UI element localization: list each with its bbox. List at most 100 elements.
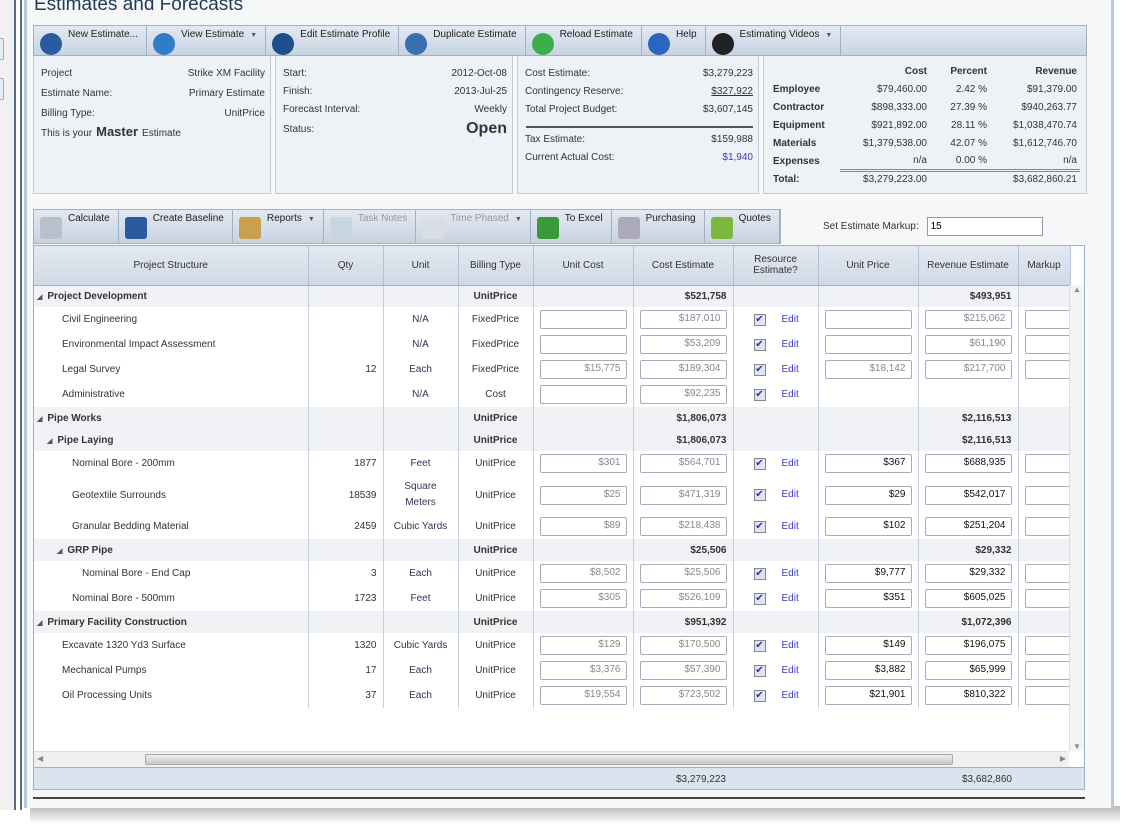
- markup-input[interactable]: 22.00: [1024, 454, 1069, 473]
- unit-cost-input[interactable]: [539, 385, 627, 404]
- revenue-estimate-input[interactable]: $215,062: [924, 310, 1012, 329]
- duplicate-estimate-button[interactable]: Duplicate Estimate: [399, 26, 526, 55]
- revenue-estimate-input[interactable]: $688,935: [924, 454, 1012, 473]
- markup-input[interactable]: 15.00: [1024, 485, 1069, 505]
- scroll-up-icon[interactable]: ▲: [1070, 285, 1084, 294]
- edit-link[interactable]: Edit: [782, 314, 799, 325]
- unit-price-input[interactable]: [824, 310, 912, 329]
- cost-estimate-input[interactable]: $187,010: [639, 310, 727, 329]
- unit-cost-input[interactable]: $25: [539, 485, 627, 505]
- revenue-estimate-input[interactable]: $810,322: [924, 686, 1012, 705]
- edit-link[interactable]: Edit: [782, 389, 799, 400]
- unit-cost-input[interactable]: [539, 310, 627, 329]
- resource-estimate-checkbox[interactable]: ✔: [753, 592, 766, 605]
- resource-estimate-checkbox[interactable]: ✔: [753, 388, 766, 401]
- time-phased-button[interactable]: Time Phased ▼: [416, 210, 531, 243]
- cost-estimate-input[interactable]: $723,502: [639, 686, 727, 705]
- contingency-link[interactable]: $327,922: [711, 86, 753, 97]
- unit-cost-input[interactable]: $15,775: [539, 360, 627, 379]
- create-baseline-button[interactable]: Create Baseline: [119, 210, 233, 243]
- cost-estimate-input[interactable]: $57,390: [639, 661, 727, 680]
- help-button[interactable]: Help: [642, 26, 706, 55]
- side-button[interactable]: [0, 38, 4, 60]
- quotes-button[interactable]: Quotes: [705, 210, 780, 243]
- collapse-arrow-icon[interactable]: ◢: [47, 438, 52, 445]
- unit-price-input[interactable]: $367: [824, 454, 912, 473]
- revenue-estimate-input[interactable]: $217,700: [924, 360, 1012, 379]
- edit-link[interactable]: Edit: [782, 568, 799, 579]
- edit-link[interactable]: Edit: [782, 521, 799, 532]
- revenue-estimate-input[interactable]: $542,017: [924, 485, 1012, 505]
- column-header-billing-type[interactable]: Billing Type: [458, 246, 534, 286]
- column-header-unit-cost[interactable]: Unit Cost: [533, 246, 634, 286]
- resource-estimate-checkbox[interactable]: ✔: [753, 664, 766, 677]
- scroll-left-icon[interactable]: ◀: [37, 754, 43, 763]
- estimating-videos-button[interactable]: Estimating Videos ▼: [706, 26, 842, 55]
- unit-price-input[interactable]: $9,777: [824, 564, 912, 583]
- unit-price-input[interactable]: $102: [824, 517, 912, 536]
- edit-estimate-profile-button[interactable]: Edit Estimate Profile: [266, 26, 400, 55]
- unit-cost-input[interactable]: $301: [539, 454, 627, 473]
- view-estimate-button[interactable]: View Estimate ▼: [147, 26, 267, 55]
- vertical-scrollbar[interactable]: ▲ ▼: [1069, 285, 1084, 751]
- markup-input[interactable]: 15.00: [1024, 310, 1069, 329]
- unit-price-input[interactable]: [824, 335, 912, 354]
- cost-estimate-input[interactable]: $92,235: [639, 385, 727, 404]
- unit-price-input[interactable]: $3,882: [824, 661, 912, 680]
- revenue-estimate-input[interactable]: $251,204: [924, 517, 1012, 536]
- reload-estimate-button[interactable]: Reload Estimate: [526, 26, 642, 55]
- to-excel-button[interactable]: To Excel: [531, 210, 612, 243]
- unit-cost-input[interactable]: $19,554: [539, 686, 627, 705]
- resource-estimate-checkbox[interactable]: ✔: [753, 313, 766, 326]
- edit-link[interactable]: Edit: [782, 690, 799, 701]
- unit-cost-input[interactable]: $305: [539, 589, 627, 608]
- resource-estimate-checkbox[interactable]: ✔: [753, 363, 766, 376]
- markup-input[interactable]: 12.00: [1024, 686, 1069, 705]
- purchasing-button[interactable]: Purchasing: [612, 210, 705, 243]
- horizontal-scrollbar[interactable]: ◀ ▶: [34, 751, 1069, 767]
- unit-cost-input[interactable]: $3,376: [539, 661, 627, 680]
- resource-estimate-checkbox[interactable]: ✔: [753, 567, 766, 580]
- edit-link[interactable]: Edit: [782, 458, 799, 469]
- edit-link[interactable]: Edit: [782, 339, 799, 350]
- unit-cost-input[interactable]: [539, 335, 627, 354]
- resource-estimate-checkbox[interactable]: ✔: [753, 520, 766, 533]
- resource-estimate-checkbox[interactable]: ✔: [753, 457, 766, 470]
- column-header-project-structure[interactable]: Project Structure: [34, 246, 309, 286]
- revenue-estimate-input[interactable]: $29,332: [924, 564, 1012, 583]
- cost-estimate-input[interactable]: $564,701: [639, 454, 727, 473]
- cost-estimate-input[interactable]: $471,319: [639, 485, 727, 505]
- markup-input[interactable]: 15.00: [1024, 517, 1069, 536]
- edit-link[interactable]: Edit: [782, 364, 799, 375]
- collapse-arrow-icon[interactable]: ◢: [37, 294, 42, 301]
- column-header-unit[interactable]: Unit: [383, 246, 459, 286]
- markup-input[interactable]: 15.00: [1024, 636, 1069, 655]
- edit-link[interactable]: Edit: [782, 489, 799, 500]
- side-button[interactable]: [0, 78, 4, 100]
- revenue-estimate-input[interactable]: $61,190: [924, 335, 1012, 354]
- column-header-unit-price[interactable]: Unit Price: [818, 246, 919, 286]
- revenue-estimate-input[interactable]: $605,025: [924, 589, 1012, 608]
- task-notes-button[interactable]: Task Notes: [324, 210, 417, 243]
- column-header-cost-estimate[interactable]: Cost Estimate: [633, 246, 734, 286]
- collapse-arrow-icon[interactable]: ◢: [57, 548, 62, 555]
- markup-input[interactable]: 15.00: [1024, 589, 1069, 608]
- unit-price-input[interactable]: $351: [824, 589, 912, 608]
- reports-button[interactable]: Reports ▼: [233, 210, 324, 243]
- unit-price-input[interactable]: $21,901: [824, 686, 912, 705]
- edit-link[interactable]: Edit: [782, 640, 799, 651]
- scroll-right-icon[interactable]: ▶: [1060, 754, 1066, 763]
- column-header-revenue-estimate[interactable]: Revenue Estimate: [918, 246, 1019, 286]
- unit-cost-input[interactable]: $89: [539, 517, 627, 536]
- markup-input[interactable]: [926, 217, 1043, 236]
- scroll-thumb[interactable]: [145, 754, 953, 765]
- revenue-estimate-input[interactable]: $196,075: [924, 636, 1012, 655]
- collapse-arrow-icon[interactable]: ◢: [37, 416, 42, 423]
- unit-price-input[interactable]: $29: [824, 485, 912, 505]
- cost-estimate-input[interactable]: $25,506: [639, 564, 727, 583]
- resource-estimate-checkbox[interactable]: ✔: [753, 338, 766, 351]
- cost-estimate-input[interactable]: $170,500: [639, 636, 727, 655]
- unit-price-input[interactable]: $149: [824, 636, 912, 655]
- scroll-down-icon[interactable]: ▼: [1070, 742, 1084, 751]
- cost-estimate-input[interactable]: $189,304: [639, 360, 727, 379]
